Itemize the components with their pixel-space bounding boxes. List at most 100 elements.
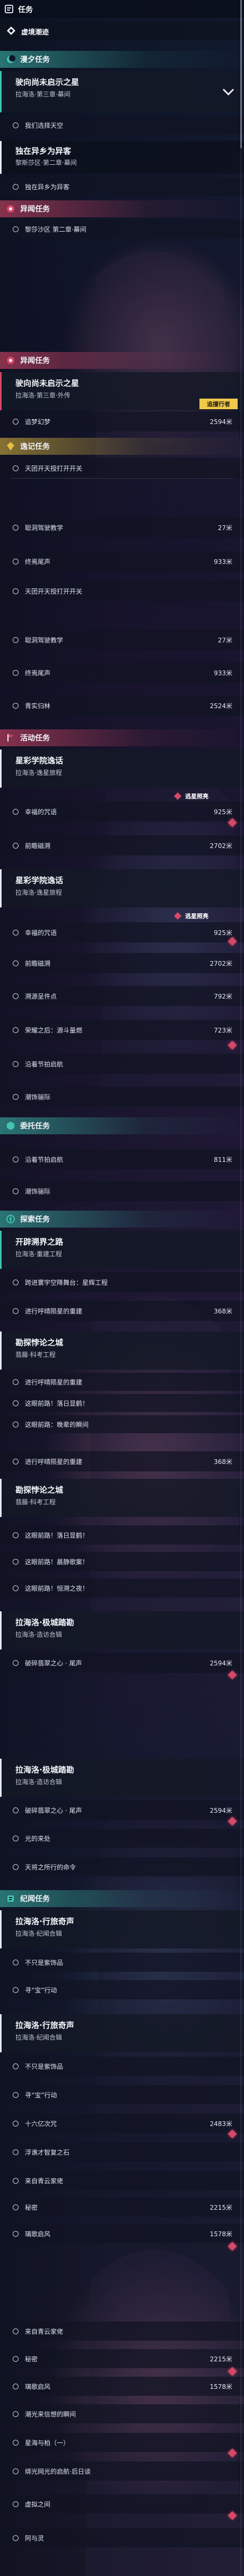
list-item[interactable]: 进行呼晴陨星的重建 368米 [0,1451,244,1471]
list-item[interactable]: 星海与柏（一） [0,2433,244,2452]
scrollbar[interactable] [240,0,242,2576]
list-item[interactable]: 寻“宝”行动 [0,1980,244,1999]
status-dot-icon [13,524,19,531]
quest-subtitle: 拉海洛·第三章·外传 [15,392,71,399]
list-item[interactable]: 潮饰骊际 [0,1181,244,1201]
category-header[interactable]: 漫夕任务 [0,51,244,68]
quest-card[interactable]: 驶向尚未启示之星 拉海洛·第三章·幕间 [0,71,244,112]
list-item[interactable]: 沿着节拍启航 811米 [0,1149,244,1169]
category-header[interactable]: 委托任务 [0,1117,244,1134]
category-label: 逸记任务 [20,443,50,451]
category-header[interactable]: 异闻任务 [0,200,244,217]
list-item[interactable]: 独在异乡为异客 [0,177,244,196]
quest-title: 勘探悖论之城 [15,1485,64,1495]
list-item[interactable]: 终焉尾声 933米 [0,663,244,683]
list-item[interactable]: 十六亿次咒 2483米 [0,2114,244,2133]
status-dot-icon [13,1027,19,1033]
quest-card[interactable]: 勘探悖论之城 翡藤·科考工程 [0,1331,244,1370]
list-item[interactable]: 浮谯才智复之石 [0,2142,244,2162]
category-header[interactable]: 探索任务 [0,1211,244,1228]
list-item[interactable]: 聪洞驾驶教学 27米 [0,630,244,650]
list-item[interactable]: 光的来处 [0,1829,244,1848]
list-item[interactable]: 黎莎沙区 第二章·幕间 [0,219,244,239]
list-item[interactable]: 前瞻磁溯 2702米 [0,835,244,855]
list-item[interactable]: 这眼前路！落日显鹤！ [0,1394,244,1412]
list-item[interactable]: 潮光来信想的瞬间 [0,2404,244,2423]
quest-title: 拉海洛·极城踏勘 [15,1618,74,1627]
list-item[interactable]: 幸福的咒语 925米 [0,801,244,822]
quest-card[interactable]: 拉海洛·极城踏勘 拉海洛·造访合辑 [0,1759,244,1797]
status-dot-icon [13,2356,19,2362]
list-item[interactable]: 潮饰骊际 [0,1087,244,1107]
list-item[interactable]: 破碎翡翠之心 · 尾声 2594米 [0,1800,244,1820]
tab-main[interactable]: 虚境潮迹 [0,21,244,40]
quest-card[interactable]: 独在异乡为异客 黎斯莎区·第二章·幕间 [0,141,244,174]
status-dot-icon [13,1458,19,1465]
list-item[interactable]: 寻“宝”行动 [0,2085,244,2104]
quest-card[interactable]: 拉海洛·极城踏勘 拉海洛·造访合辑 [0,1611,244,1649]
list-item[interactable]: 这眼前路！恒溯之夜！ [0,1578,244,1598]
list-item[interactable]: 天团开天授打开开关 [0,581,244,601]
category-header[interactable]: 纪闻任务 [0,1890,244,1907]
quest-card[interactable]: 星彩学院逸话 拉海洛·逸星旅程 [0,869,244,907]
status-dot-icon [13,1279,19,1285]
list-item[interactable]: 这眼前路！晨静歌案！ [0,1552,244,1571]
list-item[interactable]: 不只是紫饰品 [0,1953,244,1972]
category-header[interactable]: 逸记任务 [0,438,244,455]
list-item[interactable]: 这眼前路！落日显鹤！ [0,1525,244,1545]
status-dot-icon [13,1660,19,1666]
quest-title: 勘探悖论之城 [15,1338,64,1347]
category-label: 漫夕任务 [20,56,50,64]
list-item[interactable]: 阿与灵 [0,2528,244,2547]
quest-card[interactable]: 星彩学院逸话 拉海洛·逸星旅程 [0,749,244,788]
list-item[interactable]: 聪洞驾驶教学 27米 [0,517,244,537]
list-item[interactable]: 沿着节拍启航 [0,1054,244,1074]
status-dot-icon [13,2383,19,2389]
category-header[interactable]: 异闻任务 [0,352,244,369]
status-dot-icon [13,2411,19,2417]
list-item[interactable]: 青实归林 2524米 [0,695,244,716]
status-dot-icon [13,960,19,966]
quest-card[interactable]: 开辟溯界之路 拉海洛·重建工程 [0,1231,244,1269]
list-item[interactable]: 进行呼晴陨星的重建 368米 [0,1301,244,1321]
category-label: 探索任务 [20,1215,50,1224]
quest-title: 星彩学院逸话 [15,756,64,765]
list-item[interactable]: 天团开天授打开开关 [0,458,244,478]
status-dot-icon [13,669,19,676]
status-dot-icon [13,2063,19,2069]
list-item[interactable]: 破碎翡翠之心 · 尾声 2594米 [0,1653,244,1673]
list-item[interactable]: 虚拟之间 [0,2494,244,2513]
list-item[interactable]: 绑光网光的启航·后日谈 [0,2462,244,2481]
list-item[interactable]: 跨进寰宇空降舞台：星辉工程 [0,1272,244,1292]
list-item[interactable]: 这眼前路：晚辈的瞬间 [0,1415,244,1433]
list-item[interactable]: 来自青云家佬 [0,2171,244,2190]
scrollbar-thumb[interactable] [240,0,242,148]
list-item[interactable]: 不只是紫饰品 [0,2057,244,2076]
quest-title: 拉海洛·行旅奇声 [15,1917,74,1926]
list-item[interactable]: 我们选择天空 [0,116,244,135]
list-item[interactable]: 幸福的咒语 925米 [0,922,244,942]
list-item[interactable]: 追梦幻梦 2594米 [0,411,244,431]
status-dot-icon [13,2535,19,2541]
tracking-badge: 追撞行者 [199,399,238,409]
quest-card[interactable]: 勘探悖论之城 翡藤·科考工程 [0,1479,244,1517]
quest-card[interactable]: 拉海洛·行旅奇声 拉海洛·纪闻合辑 [0,1910,244,1948]
list-item[interactable]: 终焉尾声 933米 [0,551,244,571]
list-item[interactable]: 进行呼晴陨星的重建 [0,1373,244,1391]
list-item[interactable]: 秘密 2215米 [0,2349,244,2368]
list-item[interactable]: 秘密 2215米 [0,2198,244,2217]
list-item[interactable]: 前瞻磁溯 2702米 [0,953,244,973]
list-item[interactable]: 来自青云家佬 [0,2322,244,2341]
list-item[interactable]: 荣耀之后：源斗量燃 723米 [0,1020,244,1040]
status-dot-icon [13,1532,19,1538]
list-item[interactable]: 璃歌启风 1578米 [0,2224,244,2243]
chevron-down-icon[interactable] [222,84,234,96]
status-dot-icon [13,2204,19,2210]
status-dot-icon [13,1061,19,1067]
list-item[interactable]: 璃歌启风 1578米 [0,2377,244,2396]
status-dot-icon [13,1400,19,1406]
quest-card[interactable]: 拉海洛·行旅奇声 拉海洛·纪闻合辑 [0,2014,244,2052]
category-header[interactable]: 活动任务 [0,729,244,746]
list-item[interactable]: 溯源呈件点 792米 [0,986,244,1006]
list-item[interactable]: 天将之所行的命令 [0,1857,244,1876]
